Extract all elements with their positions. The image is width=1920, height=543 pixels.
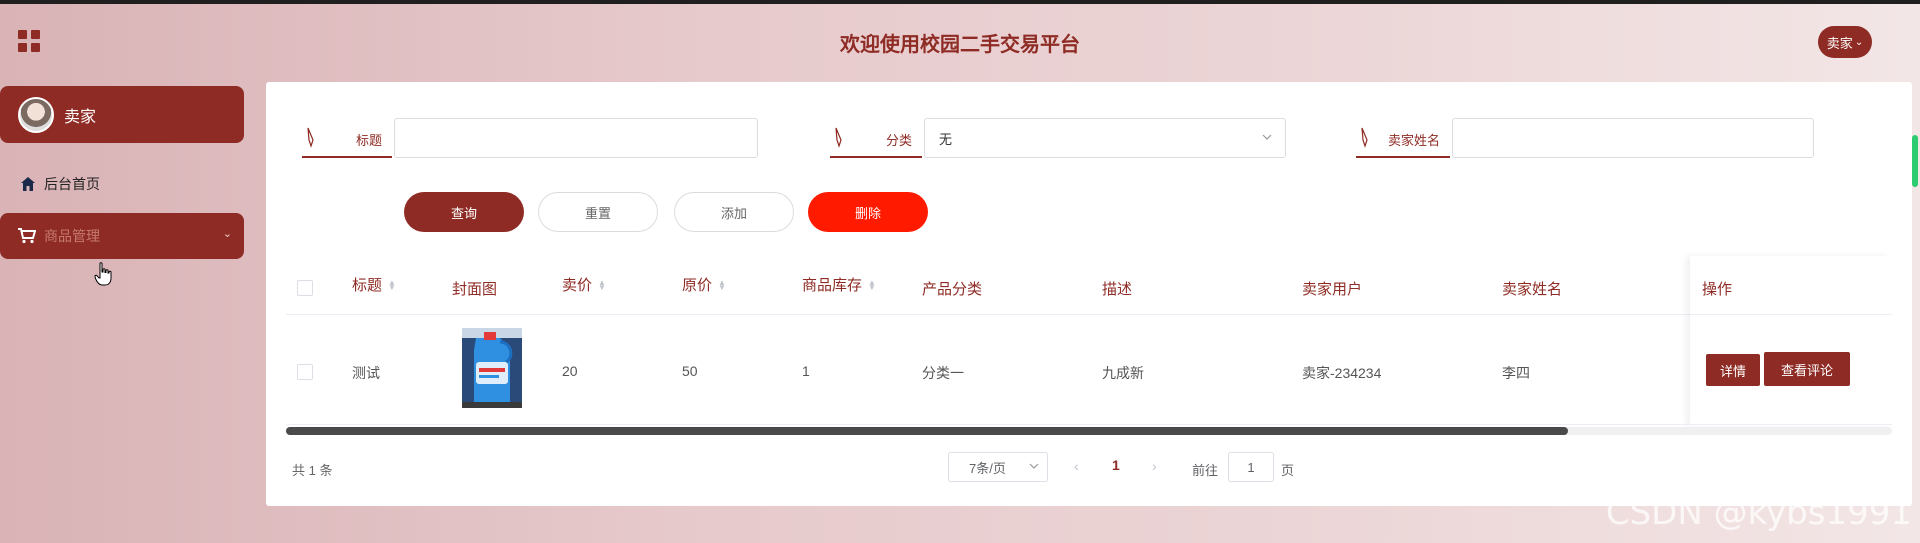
category-filter-label: 分类 <box>830 118 922 158</box>
total-count: 共 1 条 <box>292 463 333 478</box>
avatar <box>18 96 54 133</box>
sort-icon[interactable]: ▲ ▼ <box>718 278 726 291</box>
seller-name-filter-label: 卖家姓名 <box>1356 118 1450 158</box>
column-header-stock[interactable]: 商品库存 ▲ ▼ <box>802 274 876 295</box>
pen-icon <box>835 127 842 148</box>
row-divider <box>286 424 1892 425</box>
column-header-operations: 操作 <box>1702 281 1733 298</box>
cell-original-price: 50 <box>682 363 698 379</box>
sort-icon[interactable]: ▲ ▼ <box>868 278 876 291</box>
header: 欢迎使用校园二手交易平台 卖家 ⌄ <box>0 4 1920 78</box>
horizontal-scrollbar[interactable] <box>286 427 1892 435</box>
cell-price: 20 <box>562 363 578 379</box>
cover-image <box>462 328 522 408</box>
user-menu-button[interactable]: 卖家 ⌄ <box>1818 26 1872 58</box>
goto-page-input[interactable]: 1 <box>1228 452 1274 482</box>
sidebar-item-label: 后台首页 <box>44 176 100 192</box>
cell-description: 九成新 <box>1102 365 1144 381</box>
title-filter-input[interactable] <box>394 118 758 158</box>
category-select[interactable]: 无 <box>924 118 1286 158</box>
user-menu-label: 卖家 <box>1826 35 1853 51</box>
cell-category: 分类一 <box>922 365 964 381</box>
sort-icon[interactable]: ▲ ▼ <box>598 278 606 291</box>
column-header-original-price[interactable]: 原价 ▲ ▼ <box>682 274 726 295</box>
chevron-down-icon: ⌄ <box>222 228 232 240</box>
column-header-description: 描述 <box>1102 281 1133 298</box>
hand-cursor-icon <box>94 262 112 286</box>
column-header-seller-name: 卖家姓名 <box>1502 281 1563 298</box>
seller-name-filter-input[interactable] <box>1452 118 1814 158</box>
sidebar-profile[interactable]: 卖家 <box>0 86 244 143</box>
cell-stock: 1 <box>802 363 810 379</box>
title-filter-label: 标题 <box>302 118 392 158</box>
select-all-checkbox[interactable] <box>297 280 313 296</box>
home-icon <box>21 177 35 191</box>
sidebar-item-goods[interactable]: 商品管理 ⌄ <box>0 213 244 259</box>
detail-button[interactable]: 详情 <box>1706 354 1760 386</box>
sort-icon[interactable]: ▲ ▼ <box>388 278 396 291</box>
chevron-down-icon <box>1262 134 1272 140</box>
reset-button[interactable]: 重置 <box>538 192 658 232</box>
cell-seller-user: 卖家-234234 <box>1302 365 1382 381</box>
cell-title: 测试 <box>352 365 380 381</box>
page-scrollbar-thumb[interactable] <box>1912 135 1918 187</box>
chevron-down-icon <box>1029 463 1039 469</box>
category-select-value: 无 <box>939 131 953 147</box>
query-button[interactable]: 查询 <box>404 192 524 232</box>
column-header-price[interactable]: 卖价 ▲ ▼ <box>562 274 606 295</box>
column-header-cover: 封面图 <box>452 281 498 298</box>
column-header-category: 产品分类 <box>922 281 983 298</box>
header-divider <box>1690 314 1892 315</box>
profile-name: 卖家 <box>64 108 97 126</box>
add-button[interactable]: 添加 <box>674 192 794 232</box>
main-panel: 标题 分类 无 卖家姓名 查询 重置 添加 删除 标题 ▲ ▼ 封面图 卖价 ▲ ▼… <box>266 82 1912 506</box>
column-header-seller-user: 卖家用户 <box>1302 281 1363 298</box>
row-checkbox[interactable] <box>297 364 313 380</box>
page-size-value: 7条/页 <box>969 460 1006 476</box>
header-divider <box>286 314 1892 315</box>
pen-icon <box>1361 127 1368 148</box>
cell-seller-name: 李四 <box>1502 365 1530 381</box>
sidebar-item-label: 商品管理 <box>44 228 100 244</box>
goto-unit: 页 <box>1281 463 1295 478</box>
chevron-down-icon: ⌄ <box>1854 36 1864 48</box>
current-page[interactable]: 1 <box>1112 457 1120 473</box>
page-size-select[interactable]: 7条/页 <box>948 452 1048 482</box>
page-title: 欢迎使用校园二手交易平台 <box>840 34 1080 56</box>
next-page-button[interactable]: › <box>1152 458 1157 474</box>
operations-column: 操作 详情 查看评论 <box>1690 256 1892 426</box>
watermark: CSDN @kybs1991 <box>1605 493 1912 533</box>
view-comments-button[interactable]: 查看评论 <box>1764 352 1850 386</box>
goto-label: 前往 <box>1192 463 1219 478</box>
sidebar-item-home[interactable]: 后台首页 <box>20 172 100 196</box>
cart-icon <box>18 228 36 244</box>
scrollbar-thumb[interactable] <box>286 427 1568 435</box>
detergent-bottle-image <box>462 328 522 408</box>
pen-icon <box>307 127 314 148</box>
delete-button[interactable]: 删除 <box>808 192 928 232</box>
prev-page-button[interactable]: ‹ <box>1074 458 1079 474</box>
column-header-title[interactable]: 标题 ▲ ▼ <box>352 274 396 295</box>
